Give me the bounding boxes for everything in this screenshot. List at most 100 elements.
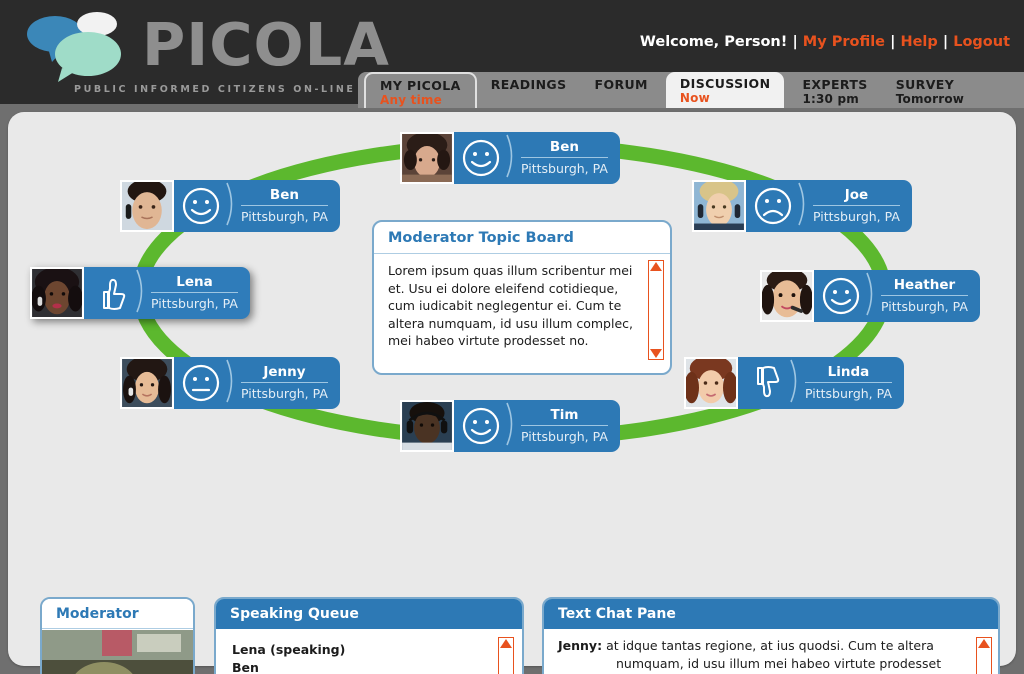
badge-divider xyxy=(136,268,147,318)
participant-name: Jenny xyxy=(263,364,306,380)
moderator-card: Moderator xyxy=(40,597,195,674)
avatar xyxy=(30,267,84,319)
welcome-bar: Welcome, Person! | My Profile | Help | L… xyxy=(640,34,1010,50)
participant-badge-ben-top[interactable]: Ben Pittsburgh, PA xyxy=(400,132,630,184)
participant-badge-lena[interactable]: Lena Pittsburgh, PA xyxy=(30,267,270,319)
name-divider xyxy=(805,382,892,383)
participant-badge-ben-left[interactable]: Ben Pittsburgh, PA xyxy=(120,180,356,232)
chat-text-cont: numquam, id usu illum mei habeo virtute … xyxy=(616,655,942,674)
avatar xyxy=(120,180,174,232)
moderator-video-feed[interactable] xyxy=(42,630,193,674)
avatar xyxy=(684,357,738,409)
badge-divider xyxy=(506,401,517,451)
text-chat-title: Text Chat Pane xyxy=(544,599,998,629)
name-divider xyxy=(521,157,608,158)
participant-location: Pittsburgh, PA xyxy=(813,209,900,224)
tab-experts-label: EXPERTS xyxy=(802,77,868,92)
participant-name: Lena xyxy=(176,274,213,290)
queue-entry[interactable]: Lena (speaking) xyxy=(232,641,486,659)
my-profile-link[interactable]: My Profile xyxy=(803,34,885,50)
participant-name: Tim xyxy=(550,407,579,423)
topic-board-scrollbar[interactable] xyxy=(648,260,664,360)
name-divider xyxy=(241,205,328,206)
badge-divider xyxy=(226,181,237,231)
chat-message: Jenny: at idque tantas regione, at ius q… xyxy=(558,637,964,674)
name-divider xyxy=(241,382,328,383)
tab-my-picola-sublabel: Any time xyxy=(380,93,442,107)
speaking-queue-scrollbar[interactable] xyxy=(498,637,514,674)
brand-logo[interactable]: PICOLA PUBLIC INFORMED CITIZENS ON-LINE … xyxy=(14,8,435,100)
chat-speaker: Jenny: xyxy=(558,638,603,653)
speech-bubbles-icon xyxy=(18,10,143,82)
smiley-icon xyxy=(818,273,864,319)
topic-board-title: Moderator Topic Board xyxy=(374,222,670,254)
tab-forum[interactable]: FORUM xyxy=(581,74,662,108)
brand-name: PICOLA xyxy=(142,10,390,79)
participant-name: Ben xyxy=(269,187,299,203)
participant-location: Pittsburgh, PA xyxy=(241,386,328,401)
name-divider xyxy=(881,295,968,296)
participant-location: Pittsburgh, PA xyxy=(241,209,328,224)
name-divider xyxy=(151,292,238,293)
tab-forum-label: FORUM xyxy=(594,77,648,92)
participant-badge-jenny[interactable]: Jenny Pittsburgh, PA xyxy=(120,357,356,409)
tab-my-picola[interactable]: MY PICOLA Any time xyxy=(364,72,477,108)
app-root: PICOLA PUBLIC INFORMED CITIZENS ON-LINE … xyxy=(0,0,1024,674)
site-header: PICOLA PUBLIC INFORMED CITIZENS ON-LINE … xyxy=(0,0,1024,108)
tab-survey[interactable]: SURVEY Tomorrow xyxy=(882,74,978,108)
avatar xyxy=(400,132,454,184)
welcome-text: Welcome, Person! xyxy=(639,34,788,50)
badge-divider xyxy=(226,358,237,408)
scroll-up-arrow-icon[interactable] xyxy=(650,262,662,271)
welcome-separator-3: | xyxy=(942,34,949,50)
topic-board-text: Lorem ipsum quas illum scribentur mei et… xyxy=(388,263,634,348)
chat-message-list: Jenny: at idque tantas regione, at ius q… xyxy=(544,629,998,674)
smiley-icon xyxy=(178,183,224,229)
help-link[interactable]: Help xyxy=(900,34,937,50)
scroll-up-arrow-icon[interactable] xyxy=(978,639,990,648)
avatar xyxy=(400,400,454,452)
text-chat-scrollbar[interactable] xyxy=(976,637,992,674)
badge-divider xyxy=(506,133,517,183)
participant-location: Pittsburgh, PA xyxy=(521,161,608,176)
moderator-title: Moderator xyxy=(42,599,193,629)
tab-discussion-label: DISCUSSION xyxy=(679,76,771,91)
badge-divider xyxy=(798,181,809,231)
tab-discussion[interactable]: DISCUSSION Now xyxy=(665,72,785,108)
text-chat-card: Text Chat Pane Jenny: at idque tantas re… xyxy=(542,597,1000,674)
neutral-face-icon xyxy=(178,360,224,406)
speaking-queue-card: Speaking Queue Lena (speaking) Ben Tim A… xyxy=(214,597,524,674)
participant-badge-tim[interactable]: Tim Pittsburgh, PA xyxy=(400,400,630,452)
tab-experts[interactable]: EXPERTS 1:30 pm xyxy=(788,74,881,108)
participant-badge-joe[interactable]: Joe Pittsburgh, PA xyxy=(692,180,936,232)
scroll-up-arrow-icon[interactable] xyxy=(500,639,512,648)
avatar xyxy=(692,180,746,232)
logout-link[interactable]: Logout xyxy=(953,34,1010,50)
tab-readings[interactable]: READINGS xyxy=(477,74,581,108)
speaking-queue-title: Speaking Queue xyxy=(216,599,522,629)
tab-experts-sublabel: 1:30 pm xyxy=(802,92,859,106)
scroll-down-arrow-icon[interactable] xyxy=(650,349,662,358)
participant-badge-linda[interactable]: Linda Pittsburgh, PA xyxy=(684,357,924,409)
participant-badge-heather[interactable]: Heather Pittsburgh, PA xyxy=(760,270,1004,322)
participant-name: Joe xyxy=(844,187,869,203)
moderator-topic-board: Moderator Topic Board Lorem ipsum quas i… xyxy=(372,220,672,375)
tab-survey-label: SURVEY xyxy=(895,77,955,92)
badge-divider xyxy=(866,271,877,321)
participant-name: Heather xyxy=(893,277,956,293)
thumbs-down-icon xyxy=(742,360,788,406)
speaking-queue-list: Lena (speaking) Ben Tim xyxy=(216,629,522,674)
tab-discussion-sublabel: Now xyxy=(679,91,710,105)
smiley-icon xyxy=(458,403,504,449)
queue-entry[interactable]: Ben xyxy=(232,659,486,674)
badge-divider xyxy=(790,358,801,408)
participant-location: Pittsburgh, PA xyxy=(151,296,238,311)
tab-survey-sublabel: Tomorrow xyxy=(895,92,965,106)
participant-name: Linda xyxy=(827,364,870,380)
avatar xyxy=(760,270,814,322)
main-navigation-tabs: MY PICOLA Any time READINGS FORUM DISCUS… xyxy=(358,72,1024,108)
name-divider xyxy=(813,205,900,206)
participant-location: Pittsburgh, PA xyxy=(521,429,608,444)
tab-readings-label: READINGS xyxy=(490,77,567,92)
discussion-panel: Ben Pittsburgh, PA Ben Pittsburgh, PA Le… xyxy=(8,112,1016,674)
